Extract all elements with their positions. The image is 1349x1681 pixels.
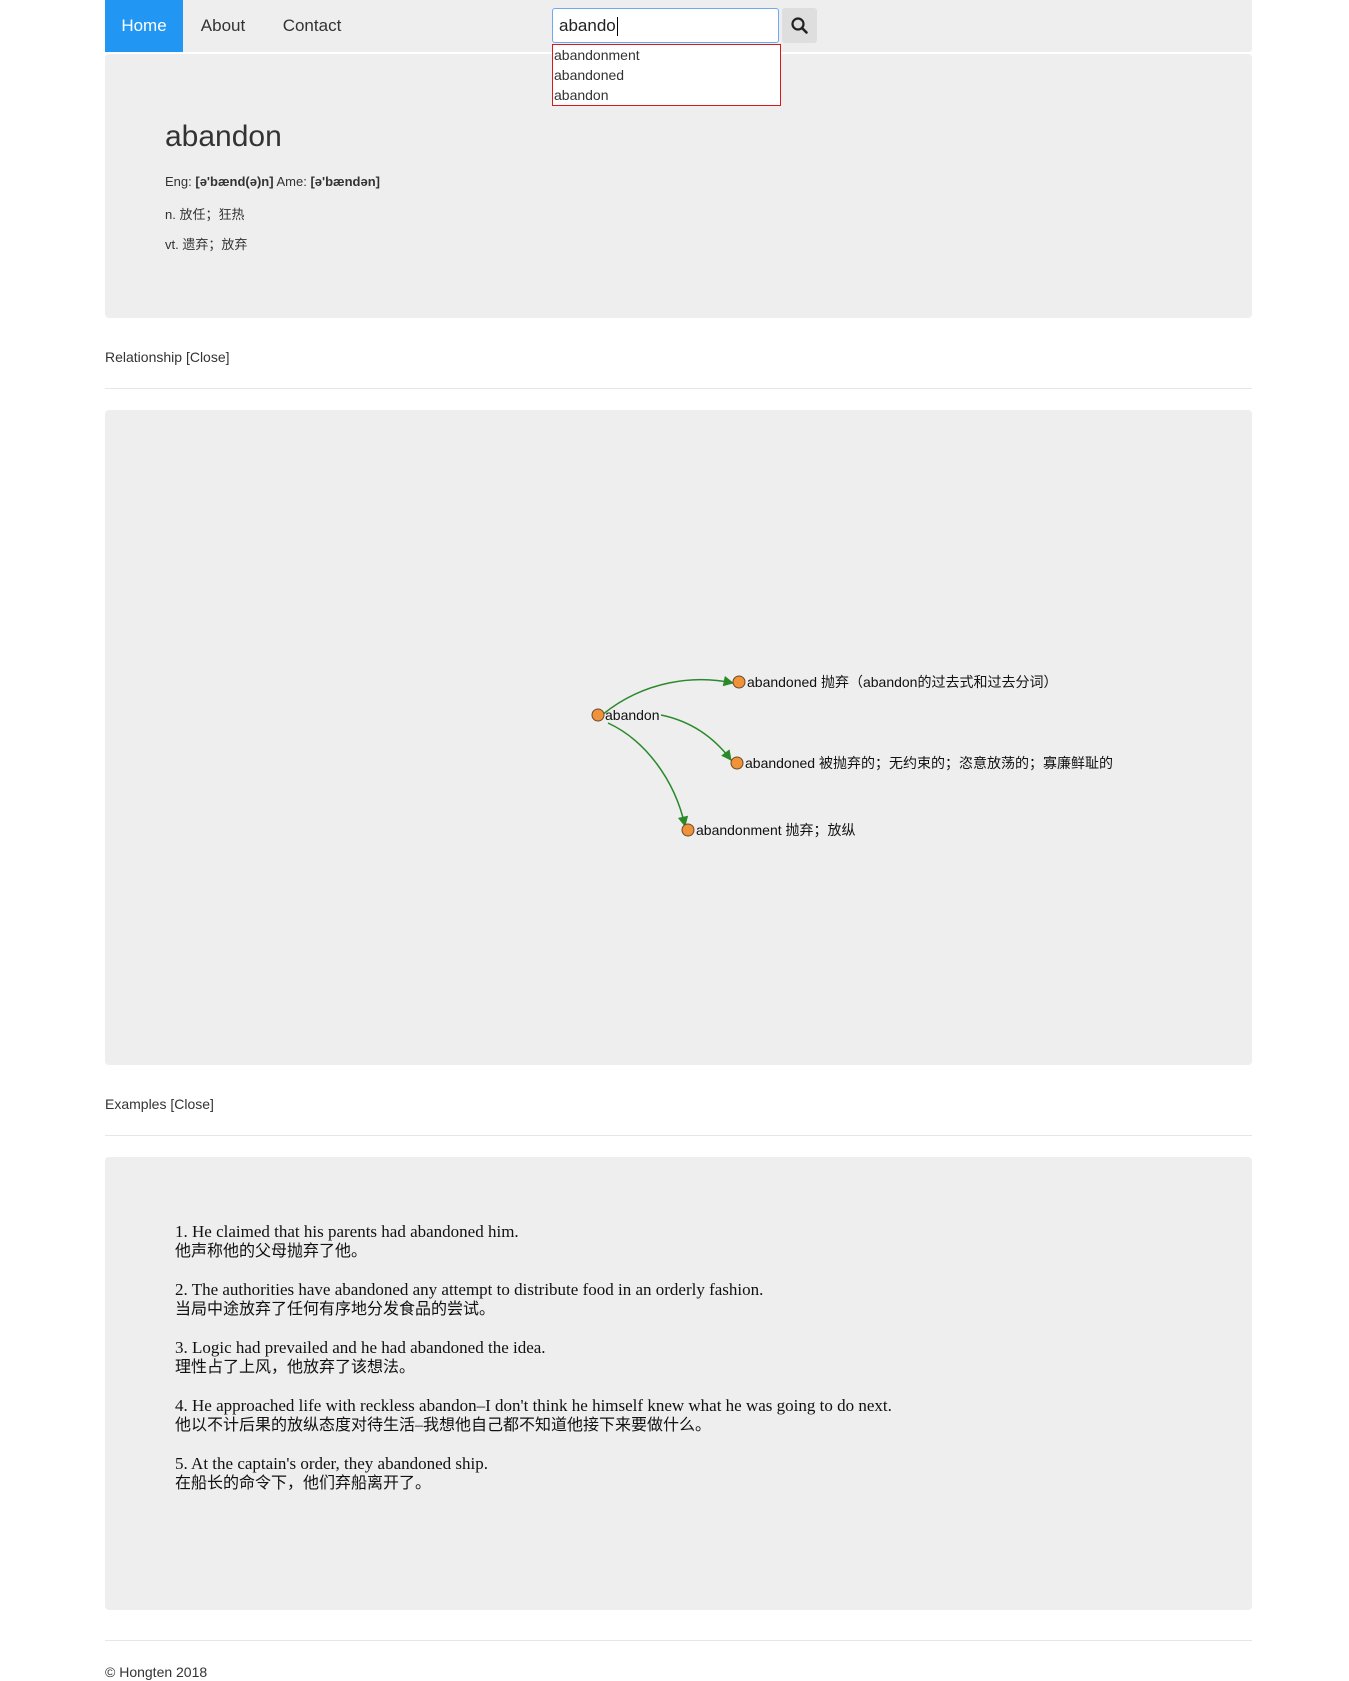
graph-node-label: abandoned 被抛弃的；无约束的；恣意放荡的；寡廉鲜耻的 [745, 755, 1113, 772]
eng-phonetic: [ə'bænd(ə)n] [195, 174, 274, 189]
examples-panel: 1. He claimed that his parents had aband… [105, 1157, 1252, 1610]
divider [105, 388, 1252, 389]
autocomplete-dropdown: abandonment abandoned abandon [552, 44, 781, 106]
examples-toggle[interactable]: Examples [Close] [105, 1096, 214, 1112]
example-item: 2. The authorities have abandoned any at… [175, 1279, 892, 1320]
edge [660, 714, 732, 761]
example-english: 1. He claimed that his parents had aband… [175, 1222, 519, 1241]
phonetics: Eng: [ə'bænd(ə)n] Ame: [ə'bændən] [165, 174, 380, 189]
relationship-graph: abandon abandoned 抛弃（abandon的过去式和过去分词） a… [105, 410, 1252, 1065]
relationship-toggle[interactable]: Relationship [Close] [105, 349, 230, 365]
example-item: 5. At the captain's order, they abandone… [175, 1453, 892, 1494]
definition-noun: n. 放任；狂热 [165, 207, 245, 222]
graph-node[interactable] [681, 823, 695, 837]
example-chinese: 在船长的命令下，他们弃船离开了。 [175, 1475, 432, 1492]
nav-contact-link[interactable]: Contact [263, 0, 361, 52]
eng-label: Eng: [165, 174, 192, 189]
text-caret [616, 17, 618, 37]
search-input-value: abando [559, 16, 616, 35]
suggestion-item[interactable]: abandonment [553, 45, 780, 65]
example-item: 3. Logic had prevailed and he had abando… [175, 1337, 892, 1378]
example-english: 4. He approached life with reckless aban… [175, 1396, 892, 1415]
example-english: 2. The authorities have abandoned any at… [175, 1280, 764, 1299]
graph-node[interactable] [591, 708, 605, 722]
suggestion-item[interactable]: abandon [553, 85, 780, 105]
graph-node-label: abandonment 抛弃；放纵 [696, 822, 856, 839]
suggestion-item[interactable]: abandoned [553, 65, 780, 85]
nav-home-link[interactable]: Home [105, 0, 183, 52]
example-english: 3. Logic had prevailed and he had abando… [175, 1338, 546, 1357]
graph-node[interactable] [732, 675, 746, 689]
edge [607, 722, 689, 828]
graph-canvas: abandon abandoned 抛弃（abandon的过去式和过去分词） a… [591, 674, 1113, 839]
example-item: 1. He claimed that his parents had aband… [175, 1221, 892, 1262]
example-chinese: 他声称他的父母抛弃了他。 [175, 1243, 368, 1260]
search-input[interactable]: abando [552, 8, 779, 43]
definition-verb: vt. 遗弃；放弃 [165, 237, 248, 252]
word-title: abandon [165, 120, 282, 153]
example-chinese: 他以不计后果的放纵态度对待生活–我想他自己都不知道他接下来要做什么。 [175, 1417, 712, 1434]
footer-copyright: © Hongten 2018 [105, 1664, 208, 1680]
divider [105, 1135, 1252, 1136]
ame-label: Ame: [276, 174, 307, 189]
nav-about-link[interactable]: About [183, 0, 263, 52]
graph-node[interactable] [730, 756, 744, 770]
example-english: 5. At the captain's order, they abandone… [175, 1454, 489, 1473]
graph-node-label: abandoned 抛弃（abandon的过去式和过去分词） [747, 674, 1057, 690]
example-item: 4. He approached life with reckless aban… [175, 1395, 892, 1436]
example-chinese: 当局中途放弃了任何有序地分发食品的尝试。 [175, 1301, 496, 1318]
examples-list: 1. He claimed that his parents had aband… [175, 1221, 892, 1511]
ame-phonetic: [ə'bændən] [310, 174, 380, 189]
example-chinese: 理性占了上风，他放弃了该想法。 [175, 1359, 416, 1376]
graph-node-label: abandon [605, 707, 660, 723]
divider [105, 1640, 1252, 1641]
search-icon [791, 17, 808, 34]
search-button[interactable] [782, 8, 817, 43]
